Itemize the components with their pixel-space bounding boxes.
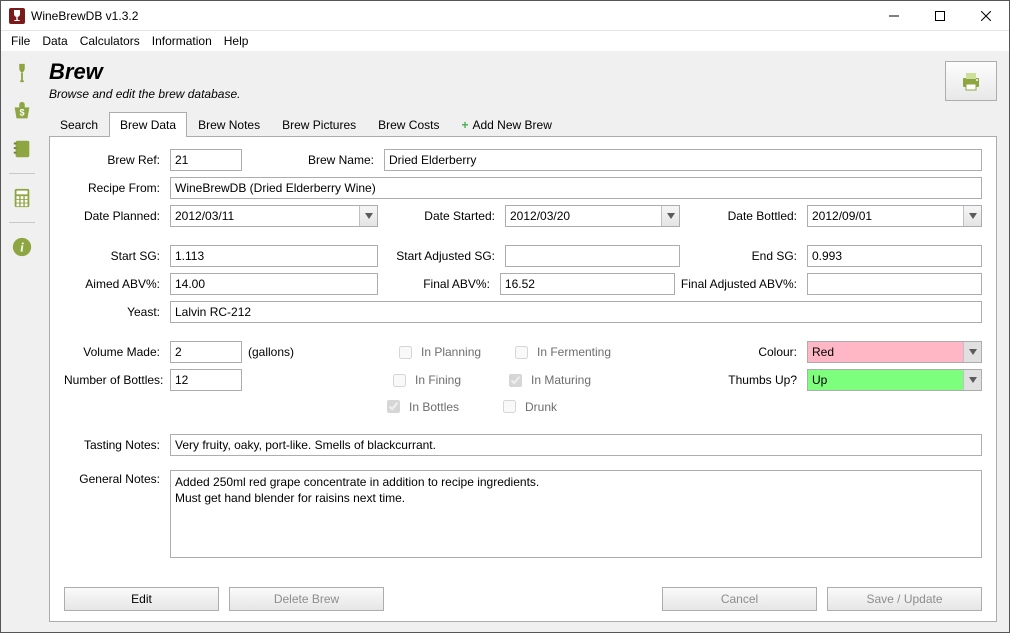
label-volume-made: Volume Made: [64,345,164,359]
label-gallons: (gallons) [248,345,308,359]
dropdown-icon [963,370,981,390]
label-colour: Colour: [637,345,801,359]
label-tasting: Tasting Notes: [64,438,164,452]
label-end-sg: End SG: [686,249,801,263]
label-start-adj-sg: Start Adjusted SG: [384,249,499,263]
delete-brew-button[interactable]: Delete Brew [229,587,384,611]
date-started-field[interactable]: 2012/03/20 [505,205,680,227]
label-start-sg: Start SG: [64,249,164,263]
date-planned-field[interactable]: 2012/03/11 [170,205,378,227]
check-in-maturing[interactable]: In Maturing [505,371,625,390]
label-yeast: Yeast: [64,305,164,319]
svg-text:i: i [20,241,24,255]
label-date-started: Date Started: [384,209,499,223]
tab-brew-costs[interactable]: Brew Costs [367,112,450,137]
label-num-bottles: Number of Bottles: [64,373,164,387]
check-in-planning[interactable]: In Planning [395,343,505,362]
button-row: Edit Delete Brew Cancel Save / Update [64,587,982,611]
app-icon [9,8,25,24]
sidebar-notebook-icon[interactable] [8,135,36,163]
menu-bar: File Data Calculators Information Help [1,31,1009,51]
label-final-abv: Final ABV%: [384,277,494,291]
sidebar-calculator-icon[interactable] [8,184,36,212]
aimed-abv-field[interactable] [170,273,378,295]
tab-brew-pictures[interactable]: Brew Pictures [271,112,367,137]
edit-button[interactable]: Edit [64,587,219,611]
date-planned-text: 2012/03/11 [171,209,359,223]
sidebar: $ i [1,51,43,632]
colour-select[interactable]: Red [807,341,982,363]
page-title: Brew [49,59,240,85]
minimize-button[interactable] [871,1,917,31]
thumbs-select[interactable]: Up [807,369,982,391]
menu-file[interactable]: File [5,33,36,49]
label-recipe-from: Recipe From: [64,181,164,195]
date-bottled-field[interactable]: 2012/09/01 [807,205,982,227]
recipe-from-field[interactable] [170,177,982,199]
general-notes-field[interactable] [170,470,982,558]
menu-help[interactable]: Help [218,33,255,49]
date-bottled-text: 2012/09/01 [808,209,963,223]
check-drunk[interactable]: Drunk [499,397,619,416]
page-subtitle: Browse and edit the brew database. [49,87,240,101]
final-adj-abv-field[interactable] [807,273,982,295]
final-abv-field[interactable] [500,273,675,295]
title-bar: WineBrewDB v1.3.2 [1,1,1009,31]
start-adj-sg-field[interactable] [505,245,680,267]
label-brew-ref: Brew Ref: [64,153,164,167]
plus-icon: + [461,118,468,132]
svg-text:$: $ [19,108,24,118]
label-final-adj-abv: Final Adjusted ABV%: [681,277,801,291]
close-button[interactable] [963,1,1009,31]
save-update-button[interactable]: Save / Update [827,587,982,611]
sidebar-info-icon[interactable]: i [8,233,36,261]
print-button[interactable] [945,61,997,101]
content-area: Brew Browse and edit the brew database. … [43,51,1009,632]
cancel-button[interactable]: Cancel [662,587,817,611]
thumbs-value: Up [808,373,963,387]
dropdown-icon [963,342,981,362]
menu-calculators[interactable]: Calculators [74,33,146,49]
tasting-notes-field[interactable] [170,434,982,456]
tab-add-new-brew[interactable]: + Add New Brew [450,112,562,137]
brew-ref-field[interactable] [170,149,242,171]
label-general: General Notes: [64,470,164,486]
end-sg-field[interactable] [807,245,982,267]
tab-add-new-label: Add New Brew [473,118,552,132]
label-thumbs: Thumbs Up? [631,373,801,387]
dropdown-icon [963,206,981,226]
dropdown-icon [359,206,377,226]
date-started-text: 2012/03/20 [506,209,661,223]
colour-value: Red [808,345,963,359]
brew-data-panel: Brew Ref: Brew Name: Recipe From: Date P… [49,136,997,622]
brew-name-field[interactable] [384,149,982,171]
start-sg-field[interactable] [170,245,378,267]
volume-made-field[interactable] [170,341,242,363]
label-date-bottled: Date Bottled: [686,209,801,223]
num-bottles-field[interactable] [170,369,242,391]
label-aimed-abv: Aimed ABV%: [64,277,164,291]
window-title: WineBrewDB v1.3.2 [31,9,138,23]
tab-strip: Search Brew Data Brew Notes Brew Picture… [49,111,997,136]
yeast-field[interactable] [170,301,982,323]
sidebar-money-icon[interactable]: $ [8,97,36,125]
label-date-planned: Date Planned: [64,209,164,223]
tab-search[interactable]: Search [49,112,109,137]
maximize-button[interactable] [917,1,963,31]
tab-brew-data[interactable]: Brew Data [109,112,187,137]
check-in-fining[interactable]: In Fining [389,371,499,390]
dropdown-icon [661,206,679,226]
menu-data[interactable]: Data [36,33,73,49]
check-in-fermenting[interactable]: In Fermenting [511,343,631,362]
tab-brew-notes[interactable]: Brew Notes [187,112,271,137]
check-in-bottles[interactable]: In Bottles [383,397,493,416]
sidebar-brew-icon[interactable] [8,59,36,87]
label-brew-name: Brew Name: [248,153,378,167]
menu-information[interactable]: Information [146,33,218,49]
